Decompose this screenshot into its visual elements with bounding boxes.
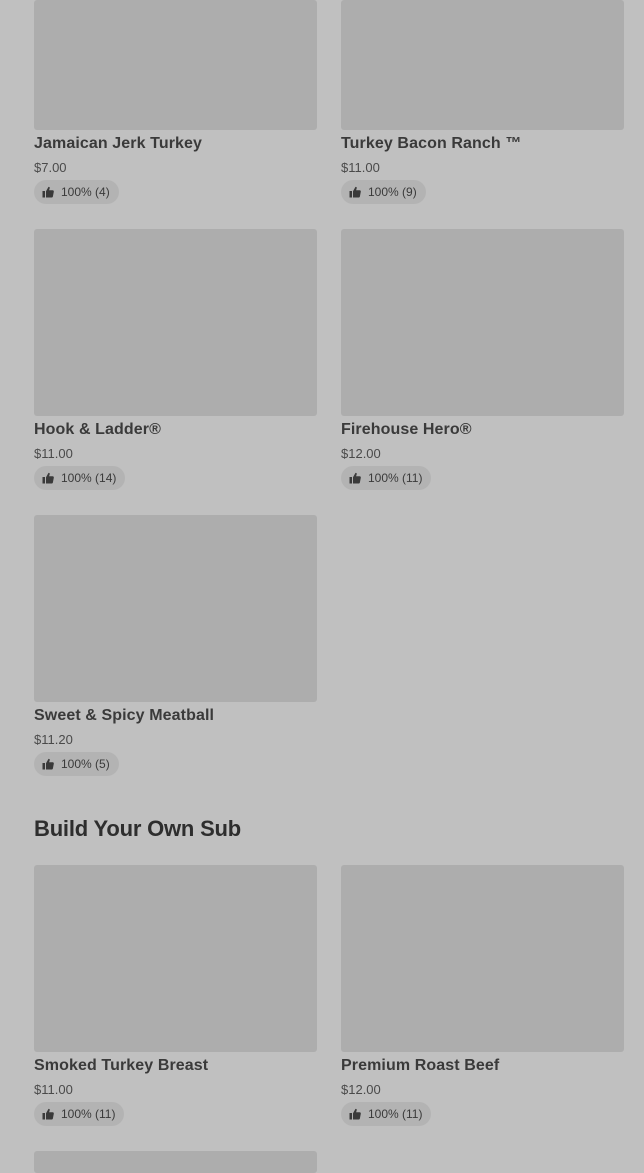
- menu-item-name: Smoked Turkey Breast: [34, 1057, 209, 1074]
- menu-item-image[interactable]: [34, 865, 317, 1052]
- menu-item-card[interactable]: Firehouse Hero® $12.00 100% (11): [341, 229, 624, 492]
- menu-item-card[interactable]: Turkey Bacon Ranch ™ $11.00 100% (9): [341, 0, 624, 206]
- menu-item-card[interactable]: Smoked Turkey Breast $11.00 100% (11): [34, 865, 317, 1128]
- menu-item-image[interactable]: [341, 865, 624, 1052]
- menu-item-image[interactable]: [34, 1151, 317, 1173]
- menu-item-name: Hook & Ladder®: [34, 421, 161, 438]
- menu-item-name: Jamaican Jerk Turkey: [34, 135, 203, 152]
- menu-item-name: Firehouse Hero®: [341, 421, 472, 438]
- menu-item-name: Sweet & Spicy Meatball: [34, 707, 215, 724]
- menu-item-name: Premium Roast Beef: [341, 1057, 500, 1074]
- rating-text: 100% (9): [368, 185, 417, 199]
- thumbs-up-icon: [42, 758, 54, 770]
- rating-text: 100% (11): [368, 1107, 423, 1121]
- rating-text: 100% (11): [61, 1107, 116, 1121]
- menu-item-price: $12.00: [341, 446, 381, 461]
- rating-badge: 100% (5): [34, 752, 119, 776]
- menu-item-image[interactable]: [341, 229, 624, 416]
- rating-badge: 100% (11): [341, 1102, 432, 1126]
- menu-item-card[interactable]: Premium Roast Beef $12.00 100% (11): [341, 865, 624, 1128]
- menu-item-name: Turkey Bacon Ranch ™: [341, 135, 522, 152]
- menu-item-image[interactable]: [341, 0, 624, 130]
- menu-item-image[interactable]: [34, 229, 317, 416]
- thumbs-up-icon: [42, 1108, 54, 1120]
- menu-item-price: $12.00: [341, 1082, 381, 1097]
- menu-item-price: $11.00: [34, 1082, 73, 1097]
- rating-badge: 100% (4): [34, 180, 119, 204]
- thumbs-up-icon: [349, 472, 361, 484]
- section-title: Build Your Own Sub: [34, 816, 242, 841]
- rating-text: 100% (5): [61, 757, 110, 771]
- menu-item-image[interactable]: [34, 0, 317, 130]
- rating-text: 100% (11): [368, 471, 423, 485]
- thumbs-up-icon: [349, 1108, 361, 1120]
- menu-item-card[interactable]: Jamaican Jerk Turkey $7.00 100% (4): [34, 0, 317, 206]
- thumbs-up-icon: [42, 472, 54, 484]
- menu-page: Jamaican Jerk Turkey $7.00 100% (4) Turk…: [0, 0, 644, 1173]
- rating-badge: 100% (9): [341, 180, 426, 204]
- menu-item-price: $7.00: [34, 160, 67, 175]
- rating-badge: 100% (11): [34, 1102, 125, 1126]
- rating-text: 100% (14): [61, 471, 117, 485]
- menu-item-card[interactable]: Sweet & Spicy Meatball $11.20 100% (5): [34, 515, 317, 778]
- menu-item-price: $11.00: [341, 160, 380, 175]
- menu-item-image[interactable]: [34, 515, 317, 702]
- rating-badge: 100% (11): [341, 466, 432, 490]
- menu-item-price: $11.00: [34, 446, 73, 461]
- rating-text: 100% (4): [61, 185, 110, 199]
- rating-badge: 100% (14): [34, 466, 126, 490]
- menu-item-card[interactable]: [34, 1151, 317, 1173]
- thumbs-up-icon: [349, 186, 361, 198]
- menu-item-card[interactable]: Hook & Ladder® $11.00 100% (14): [34, 229, 317, 492]
- menu-item-price: $11.20: [34, 732, 73, 747]
- thumbs-up-icon: [42, 186, 54, 198]
